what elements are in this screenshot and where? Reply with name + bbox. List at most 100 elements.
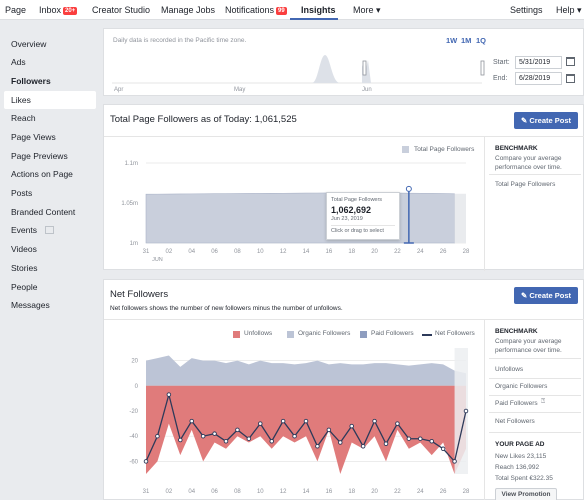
sidebar-item-page-previews[interactable]: Page Previews (11, 151, 68, 161)
sidebar-item-likes[interactable]: Likes (11, 95, 31, 105)
scrubber-handle-start[interactable] (362, 60, 367, 76)
divider (489, 432, 581, 433)
info-icon[interactable]: ⍰ (541, 398, 545, 406)
sidebar-item-videos[interactable]: Videos (11, 244, 37, 254)
net-followers-point (406, 436, 412, 441)
net-followers-point (269, 438, 274, 444)
net-followers-point (349, 423, 354, 429)
legend-net-followers: Net Followers (435, 330, 475, 337)
benchmark-item-paid[interactable]: Paid Followers (495, 400, 538, 407)
preset-1m[interactable]: 1M (461, 36, 471, 45)
x-tick-label: 04 (188, 249, 195, 255)
sidebar-item-actions-on-page[interactable]: Actions on Page (11, 169, 73, 179)
sidebar-item-events[interactable]: Events (11, 225, 54, 235)
benchmark-description: Compare your average performance over ti… (495, 155, 562, 171)
nav-page[interactable]: Page (5, 5, 26, 15)
unfollows-area (146, 385, 466, 474)
tooltip-label: Total Page Followers (331, 197, 383, 203)
sidebar-item-overview[interactable]: Overview (11, 39, 46, 49)
divider (484, 320, 485, 500)
end-date-input[interactable]: 6/28/2019 (515, 72, 562, 85)
x-tick-label: 20 (371, 249, 378, 255)
total-followers-chart[interactable]: 1m 1.05m 1.1m 31 02 04 06 08 10 12 14 16 18 20 22 24 26 2… (104, 155, 484, 271)
x-tick-label: 14 (303, 249, 310, 255)
legend-unfollows: Unfollows (244, 330, 273, 337)
x-tick-label: 24 (417, 249, 424, 255)
nav-notifications[interactable]: Notifications 99 (225, 5, 287, 15)
create-post-label: Create Post (529, 116, 572, 125)
nav-insights[interactable]: Insights (301, 5, 336, 15)
nav-settings[interactable]: Settings (510, 5, 543, 15)
y-tick-label: 1m (130, 241, 138, 247)
calendar-icon[interactable] (566, 74, 575, 83)
nav-help[interactable]: Help ▾ (556, 5, 582, 16)
sidebar-item-followers[interactable]: Followers (11, 76, 51, 86)
x-tick-label: 14 (303, 489, 310, 495)
sidebar-item-reach[interactable]: Reach (11, 113, 36, 123)
start-date-input[interactable]: 5/31/2019 (515, 56, 562, 69)
nav-creator-studio[interactable]: Creator Studio (92, 5, 150, 15)
total-followers-title: Total Page Followers as of Today: 1,061,… (110, 114, 297, 125)
y-tick-label: -60 (129, 459, 138, 465)
total-followers-panel: Total Page Followers as of Today: 1,061,… (103, 104, 584, 271)
nav-manage-jobs[interactable]: Manage Jobs (161, 5, 215, 15)
net-followers-point (235, 427, 240, 433)
x-tick-label: 08 (234, 489, 241, 495)
scrubber-handle-end[interactable] (480, 60, 485, 76)
y-tick-label: 1.05m (121, 201, 138, 207)
preset-1q[interactable]: 1Q (476, 36, 486, 45)
net-followers-point (223, 438, 229, 444)
month-label-apr: Apr (114, 87, 123, 93)
sidebar-item-page-views[interactable]: Page Views (11, 132, 56, 142)
benchmark-item-total-followers[interactable]: Total Page Followers (495, 181, 555, 188)
net-followers-chart[interactable]: 20 0 -20 -40 -60 31 02 04 06 08 10 12 14 16 18 20 22 24 26… (104, 342, 484, 500)
x-tick-label: 18 (348, 489, 355, 495)
nav-inbox[interactable]: Inbox 20+ (39, 5, 78, 15)
calendar-icon[interactable] (566, 57, 575, 66)
net-followers-point (189, 418, 194, 424)
nav-active-indicator (290, 18, 338, 20)
x-tick-label: 10 (257, 249, 264, 255)
sidebar-item-branded-content[interactable]: Branded Content (11, 207, 75, 217)
nav-more[interactable]: More ▾ (353, 5, 381, 16)
create-post-button[interactable]: ✎ Create Post (514, 287, 578, 304)
sidebar-item-messages[interactable]: Messages (11, 300, 50, 310)
x-tick-label: 26 (440, 489, 447, 495)
date-range-scrubber[interactable]: Apr May Jun (112, 45, 492, 95)
create-post-label: Create Post (529, 291, 572, 300)
net-followers-title: Net Followers (110, 289, 169, 300)
x-tick-label: 10 (257, 489, 264, 495)
net-followers-point (395, 421, 400, 426)
sidebar-item-stories[interactable]: Stories (11, 263, 37, 273)
net-followers-point (178, 437, 183, 443)
ad-total-spent: Total Spent €322.35 (495, 475, 553, 482)
benchmark-item-net[interactable]: Net Followers (495, 418, 535, 425)
x-tick-label: 31 (143, 249, 150, 255)
net-followers-point (212, 431, 217, 436)
divider (489, 412, 581, 413)
benchmark-item-organic[interactable]: Organic Followers (495, 383, 547, 390)
benchmark-section: BENCHMARK Compare your average performan… (495, 328, 581, 355)
preset-1w[interactable]: 1W (446, 36, 457, 45)
x-tick-label: 08 (234, 249, 241, 255)
benchmark-item-unfollows[interactable]: Unfollows (495, 366, 523, 373)
external-link-icon (45, 226, 54, 234)
create-post-button[interactable]: ✎ Create Post (514, 112, 578, 129)
top-navigation: Page Inbox 20+ Creator Studio Manage Jobs… (0, 0, 584, 20)
legend-swatch-net (422, 334, 432, 336)
start-label: Start: (493, 59, 510, 66)
net-followers-point (143, 459, 149, 464)
sidebar-item-posts[interactable]: Posts (11, 188, 32, 198)
divider (489, 378, 581, 379)
net-followers-point (440, 446, 446, 452)
divider (489, 358, 581, 359)
sidebar-item-people[interactable]: People (11, 282, 37, 292)
date-range-panel: Daily data is recorded in the Pacific ti… (103, 28, 584, 96)
view-promotion-button[interactable]: View Promotion (495, 488, 557, 500)
net-followers-point (418, 436, 423, 441)
sidebar-item-ads[interactable]: Ads (11, 57, 26, 67)
benchmark-title: BENCHMARK (495, 145, 538, 152)
divider (489, 174, 581, 175)
tooltip-date: Jun 23, 2019 (331, 216, 363, 222)
net-followers-point (166, 392, 172, 397)
